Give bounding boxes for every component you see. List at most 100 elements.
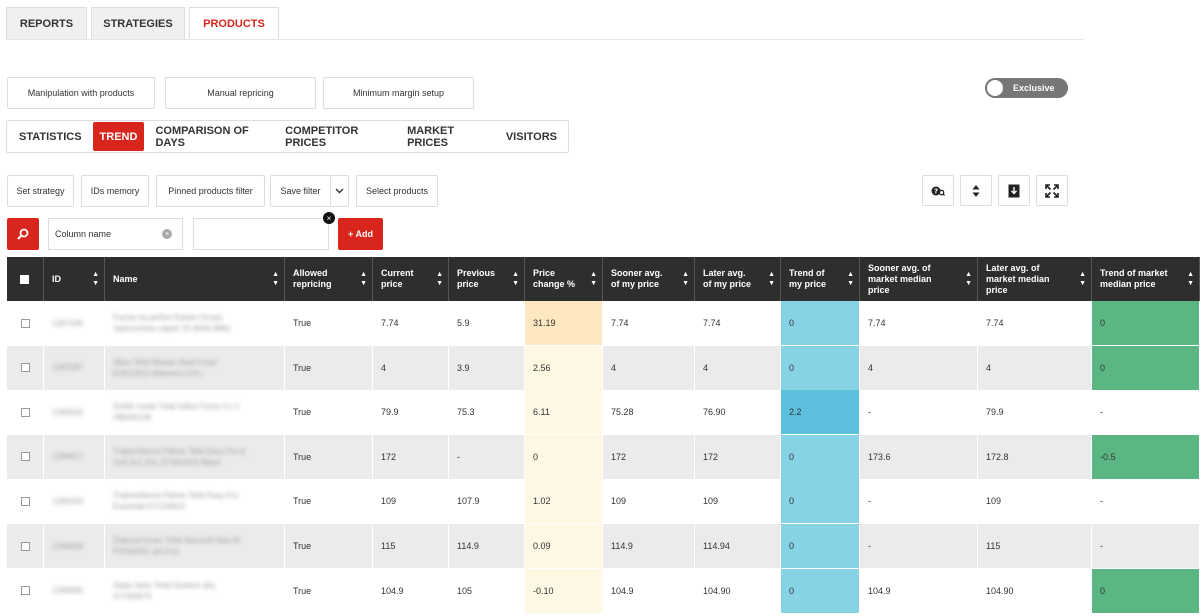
- column-header-trend-market[interactable]: Trend of market median price ▲ ▼: [1092, 257, 1200, 301]
- tab-reports[interactable]: REPORTS: [6, 7, 87, 40]
- cell-check[interactable]: [7, 568, 44, 613]
- cell-id: 1266417: [44, 434, 105, 479]
- column-header-sooner-avg[interactable]: Sooner avg. of my price ▲ ▼: [603, 257, 695, 301]
- row-checkbox[interactable]: [21, 363, 30, 373]
- pinned-filter-button[interactable]: Pinned products filter: [156, 175, 265, 207]
- column-header-name[interactable]: Name ▲ ▼: [105, 257, 285, 301]
- table-row[interactable]: 1266582 Sada riadu Tefal Duetton dky G719S…: [7, 568, 1200, 613]
- column-header-current-price[interactable]: Current price ▲ ▼: [373, 257, 449, 301]
- cell-check[interactable]: [7, 390, 44, 435]
- cell-later-market: 115: [978, 524, 1092, 568]
- cell-price-change: 0.09: [525, 524, 603, 568]
- tab-visitors[interactable]: VISITORS: [499, 122, 564, 151]
- column-header-trend-my[interactable]: Trend of my price ▲ ▼: [781, 257, 860, 301]
- help-search-button[interactable]: ?: [922, 175, 954, 206]
- tab-competitor-prices[interactable]: COMPETITOR PRICES: [278, 122, 396, 151]
- row-checkbox[interactable]: [21, 586, 30, 596]
- cell-allowed-repricing: True: [285, 479, 373, 524]
- sort-arrows-icon[interactable]: ▲ ▼: [1187, 270, 1194, 288]
- cell-price-change: 1.02: [525, 479, 603, 524]
- tab-comparison-of-days[interactable]: COMPARISON OF DAYS: [148, 122, 274, 151]
- sort-arrows-icon[interactable]: ▲ ▼: [590, 270, 597, 288]
- cell-later-market: 104.90: [978, 568, 1092, 613]
- column-header-later-avg[interactable]: Later avg. of my price ▲ ▼: [695, 257, 781, 301]
- clear-column-icon[interactable]: ×: [162, 229, 172, 239]
- product-name[interactable]: Trajtonšíková Pálma Tefal Easy Fry Essent…: [113, 490, 238, 512]
- manual-repricing-button[interactable]: Manual repricing: [165, 77, 316, 109]
- column-header-previous-price[interactable]: Previous price ▲ ▼: [449, 257, 525, 301]
- table-row[interactable]: 1266417 Trajtonšíková Pálma Tefal Easy Fi…: [7, 434, 1200, 479]
- product-name[interactable]: Farma na pečivo Kaiser Grupa Jadrovnícka …: [113, 312, 231, 334]
- cell-check[interactable]: [7, 479, 44, 524]
- row-checkbox[interactable]: [21, 407, 30, 417]
- minimum-margin-button[interactable]: Minimum margin setup: [323, 77, 474, 109]
- add-filter-button[interactable]: + Add: [338, 218, 383, 250]
- fullscreen-button[interactable]: [1036, 175, 1068, 206]
- search-button[interactable]: [7, 218, 39, 250]
- table-row[interactable]: 1266638 Žiakové hrnec Tefal Secure5 Neo 6…: [7, 524, 1200, 568]
- tab-statistics[interactable]: STATISTICS: [12, 122, 89, 151]
- filter-value-input[interactable]: [193, 218, 329, 250]
- product-name[interactable]: Žehlič mede Tefal Infina Force 4 v 1 HB94…: [113, 401, 240, 423]
- table-row[interactable]: 1267087 Stlza Tefal Master Seal Fresh K302…: [7, 345, 1200, 390]
- sort-arrows-icon[interactable]: ▲ ▼: [847, 270, 854, 288]
- select-all-checkbox[interactable]: [20, 274, 29, 284]
- product-id: 1267195: [52, 318, 84, 328]
- column-header-sooner-market[interactable]: Sooner avg. of market median price ▲ ▼: [860, 257, 978, 301]
- cell-price-change: 0: [525, 434, 603, 479]
- sort-arrows-icon[interactable]: ▲ ▼: [1079, 270, 1086, 288]
- save-filter-button[interactable]: Save filter: [270, 175, 331, 207]
- sort-arrows-icon[interactable]: ▲ ▼: [512, 270, 519, 288]
- cell-trend-my: 2.2: [781, 390, 860, 435]
- column-header-allowed-repricing[interactable]: Allowed repricing ▲ ▼: [285, 257, 373, 301]
- cell-later-market: 79.9: [978, 390, 1092, 435]
- sort-toggle-button[interactable]: [960, 175, 992, 206]
- sort-arrows-icon[interactable]: ▲ ▼: [436, 270, 443, 288]
- cell-check[interactable]: [7, 434, 44, 479]
- sort-arrows-icon[interactable]: ▲ ▼: [92, 270, 99, 288]
- sort-arrows-icon[interactable]: ▲ ▼: [272, 270, 279, 288]
- save-filter-dropdown[interactable]: [330, 175, 349, 207]
- table-row[interactable]: 1266333 Trajtonšíková Pálma Tefal Easy Fr…: [7, 479, 1200, 524]
- column-header-id[interactable]: ID ▲ ▼: [44, 257, 105, 301]
- row-checkbox[interactable]: [21, 318, 30, 328]
- cell-sooner-market: 104.9: [860, 568, 978, 613]
- cell-check[interactable]: [7, 301, 44, 345]
- product-name[interactable]: Stlza Tefal Master Seal Fresh K3021812 sk…: [113, 357, 217, 379]
- cell-later-avg: 114.94: [695, 524, 781, 568]
- sort-arrows-icon[interactable]: ▲ ▼: [360, 270, 367, 288]
- sort-arrows-icon[interactable]: ▲ ▼: [682, 270, 689, 288]
- header-text: Allowed: [293, 268, 328, 278]
- close-icon[interactable]: ×: [323, 212, 335, 224]
- tab-market-prices[interactable]: MARKET PRICES: [400, 122, 495, 151]
- set-strategy-button[interactable]: Set strategy: [7, 175, 74, 207]
- cell-current-price: 172: [373, 434, 449, 479]
- row-checkbox[interactable]: [21, 541, 30, 551]
- column-header-later-market[interactable]: Later avg. of market median price ▲ ▼: [978, 257, 1092, 301]
- ids-memory-button[interactable]: IDs memory: [81, 175, 149, 207]
- product-name-line: Trajtonšíková Pálma Tefal Easy Fry: [113, 491, 239, 501]
- exclusive-toggle[interactable]: Exclusive: [985, 78, 1068, 98]
- cell-current-price: 104.9: [373, 568, 449, 613]
- sort-arrows-icon[interactable]: ▲ ▼: [965, 270, 972, 288]
- tab-strategies[interactable]: STRATEGIES: [91, 7, 185, 40]
- product-name[interactable]: Sada riadu Tefal Duetton dky G719S674: [113, 580, 216, 602]
- cell-check[interactable]: [7, 524, 44, 568]
- column-header-price-change[interactable]: Price change % ▲ ▼: [525, 257, 603, 301]
- product-name[interactable]: Žiakové hrnec Tefal Secure5 Neo 6l P25340…: [113, 535, 240, 557]
- table-row[interactable]: 1267195 Farma na pečivo Kaiser Grupa Jadro…: [7, 301, 1200, 345]
- product-name[interactable]: Trajtonšíková Pálma Tefal Easy Fix & Gril…: [113, 446, 245, 468]
- tab-products[interactable]: PRODUCTS: [189, 7, 279, 40]
- tab-trend[interactable]: TREND: [92, 122, 145, 151]
- sort-arrows-icon[interactable]: ▲ ▼: [768, 270, 775, 288]
- cell-check[interactable]: [7, 345, 44, 390]
- product-name-line: P2534041 set 6 ks: [113, 547, 180, 556]
- cell-name: Trajtonšíková Pálma Tefal Easy Fix & Gril…: [105, 434, 285, 479]
- export-button[interactable]: [998, 175, 1030, 206]
- row-checkbox[interactable]: [21, 496, 30, 506]
- table-row[interactable]: 1266502 Žehlič mede Tefal Infina Force 4 …: [7, 390, 1200, 435]
- manipulation-button[interactable]: Manipulation with products: [7, 77, 155, 109]
- row-checkbox[interactable]: [21, 452, 30, 462]
- column-header-label: Previous price: [457, 268, 495, 290]
- select-products-button[interactable]: Select products: [356, 175, 438, 207]
